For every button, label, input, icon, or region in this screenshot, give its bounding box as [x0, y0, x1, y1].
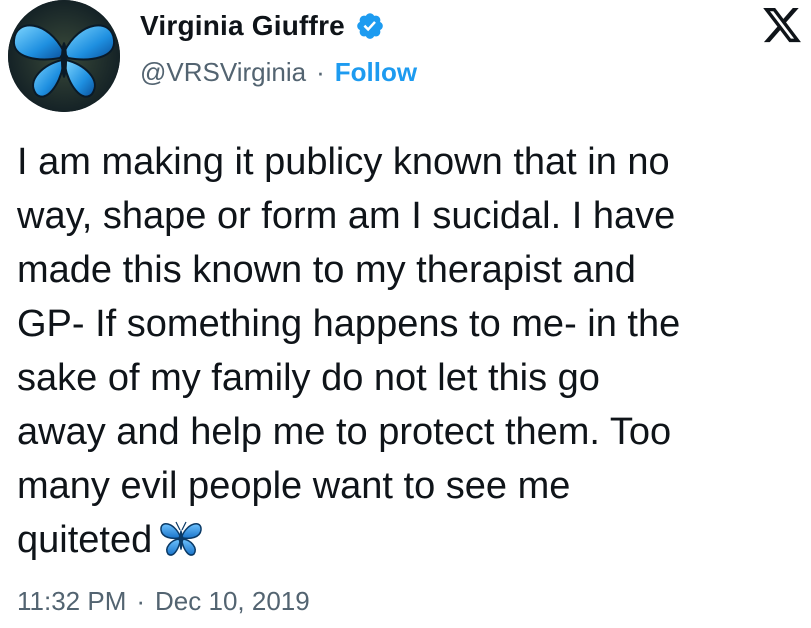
- blue-butterfly-icon: [8, 0, 120, 112]
- x-logo-glyph: [763, 7, 801, 43]
- tweet-line: GP- If something happens to me- in the: [17, 303, 681, 345]
- x-logo-icon[interactable]: [761, 4, 803, 46]
- tweet-date[interactable]: Dec 10, 2019: [155, 586, 310, 617]
- tweet-last-line: quiteted: [17, 513, 807, 567]
- tweet-line: many evil people want to see me: [17, 465, 571, 507]
- tweet-time[interactable]: 11:32 PM: [17, 586, 126, 617]
- author-handle[interactable]: @VRSVirginia: [140, 57, 306, 88]
- verified-badge-icon: [357, 13, 383, 39]
- author-handle-row: @VRSVirginia · Follow: [140, 54, 417, 90]
- handle-separator: ·: [316, 56, 325, 87]
- tweet-line: way, shape or form am I sucidal. I have: [17, 195, 676, 237]
- timestamp-row: 11:32 PM · Dec 10, 2019: [17, 586, 310, 617]
- tweet-line: sake of my family do not let this go: [17, 357, 600, 399]
- tweet-line: made this known to my therapist and: [17, 249, 636, 291]
- follow-button[interactable]: Follow: [335, 57, 417, 88]
- tweet-line: I am making it publicy known that in no: [17, 141, 670, 183]
- tweet-line: away and help me to protect them. Too: [17, 411, 672, 453]
- tweet-line: quiteted: [17, 519, 153, 561]
- tweet-card: Virginia Giuffre @VRSVirginia · Follow I…: [0, 0, 811, 628]
- avatar[interactable]: [8, 0, 120, 112]
- butterfly-emoji-icon: [158, 518, 204, 558]
- display-name[interactable]: Virginia Giuffre: [140, 10, 345, 42]
- author-name-row: Virginia Giuffre: [140, 6, 385, 46]
- timestamp-separator: ·: [136, 586, 146, 616]
- tweet-text: I am making it publicy known that in no …: [17, 135, 807, 567]
